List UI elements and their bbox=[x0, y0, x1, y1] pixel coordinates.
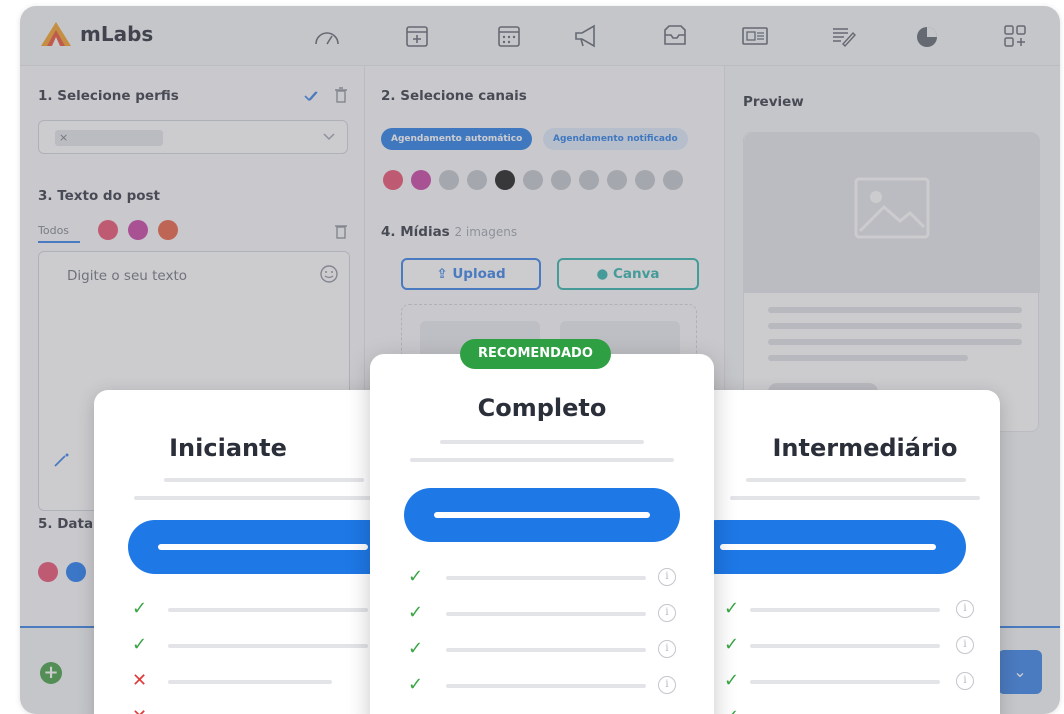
check-icon: ✓ bbox=[408, 638, 424, 659]
description-line bbox=[410, 458, 674, 462]
feature-line bbox=[446, 576, 646, 580]
description-line bbox=[164, 478, 364, 482]
feature-line bbox=[168, 680, 332, 684]
info-icon[interactable]: i bbox=[658, 604, 676, 622]
cross-icon: ✕ bbox=[132, 670, 148, 691]
check-icon: ✓ bbox=[132, 598, 148, 619]
check-icon: ✓ bbox=[724, 634, 740, 655]
info-icon[interactable]: i bbox=[658, 640, 676, 658]
check-icon: ✓ bbox=[132, 634, 148, 655]
app-window: mLabs 1. Selecione perfis × 3. Texto do … bbox=[20, 6, 1060, 714]
cta-label-line bbox=[434, 512, 650, 518]
info-icon[interactable]: i bbox=[658, 676, 676, 694]
plan-cta-basic[interactable] bbox=[128, 520, 398, 574]
description-line bbox=[134, 496, 394, 500]
check-icon: ✓ bbox=[724, 706, 739, 714]
description-line bbox=[746, 478, 966, 482]
info-icon[interactable]: i bbox=[956, 672, 974, 690]
description-line bbox=[730, 496, 980, 500]
cross-icon: ✕ bbox=[132, 706, 147, 714]
recommended-badge: RECOMENDADO bbox=[460, 339, 611, 369]
plan-cta-complete[interactable] bbox=[404, 488, 680, 542]
description-line bbox=[440, 440, 644, 444]
check-icon: ✓ bbox=[408, 602, 424, 623]
info-icon[interactable]: i bbox=[956, 636, 974, 654]
feature-line bbox=[168, 608, 368, 612]
feature-line bbox=[168, 644, 368, 648]
plan-card-basic[interactable]: Iniciante ✓ ✓ ✕ ✕ bbox=[94, 390, 398, 714]
feature-line bbox=[446, 612, 646, 616]
check-icon: ✓ bbox=[724, 670, 740, 691]
plan-title-basic: Iniciante bbox=[169, 434, 287, 462]
info-icon[interactable]: i bbox=[956, 600, 974, 618]
feature-line bbox=[446, 648, 646, 652]
feature-line bbox=[750, 608, 940, 612]
plan-card-complete[interactable]: Completo ✓ i ✓ i ✓ i ✓ i bbox=[370, 354, 714, 714]
info-icon[interactable]: i bbox=[658, 568, 676, 586]
check-icon: ✓ bbox=[408, 674, 424, 695]
feature-line bbox=[446, 684, 646, 688]
check-icon: ✓ bbox=[724, 598, 740, 619]
feature-line bbox=[750, 680, 940, 684]
feature-line bbox=[750, 644, 940, 648]
check-icon: ✓ bbox=[408, 566, 424, 587]
cta-label-line bbox=[720, 544, 936, 550]
cta-label-line bbox=[158, 544, 368, 550]
plan-title-complete: Completo bbox=[477, 394, 607, 422]
plan-cta-intermediate[interactable] bbox=[690, 520, 966, 574]
